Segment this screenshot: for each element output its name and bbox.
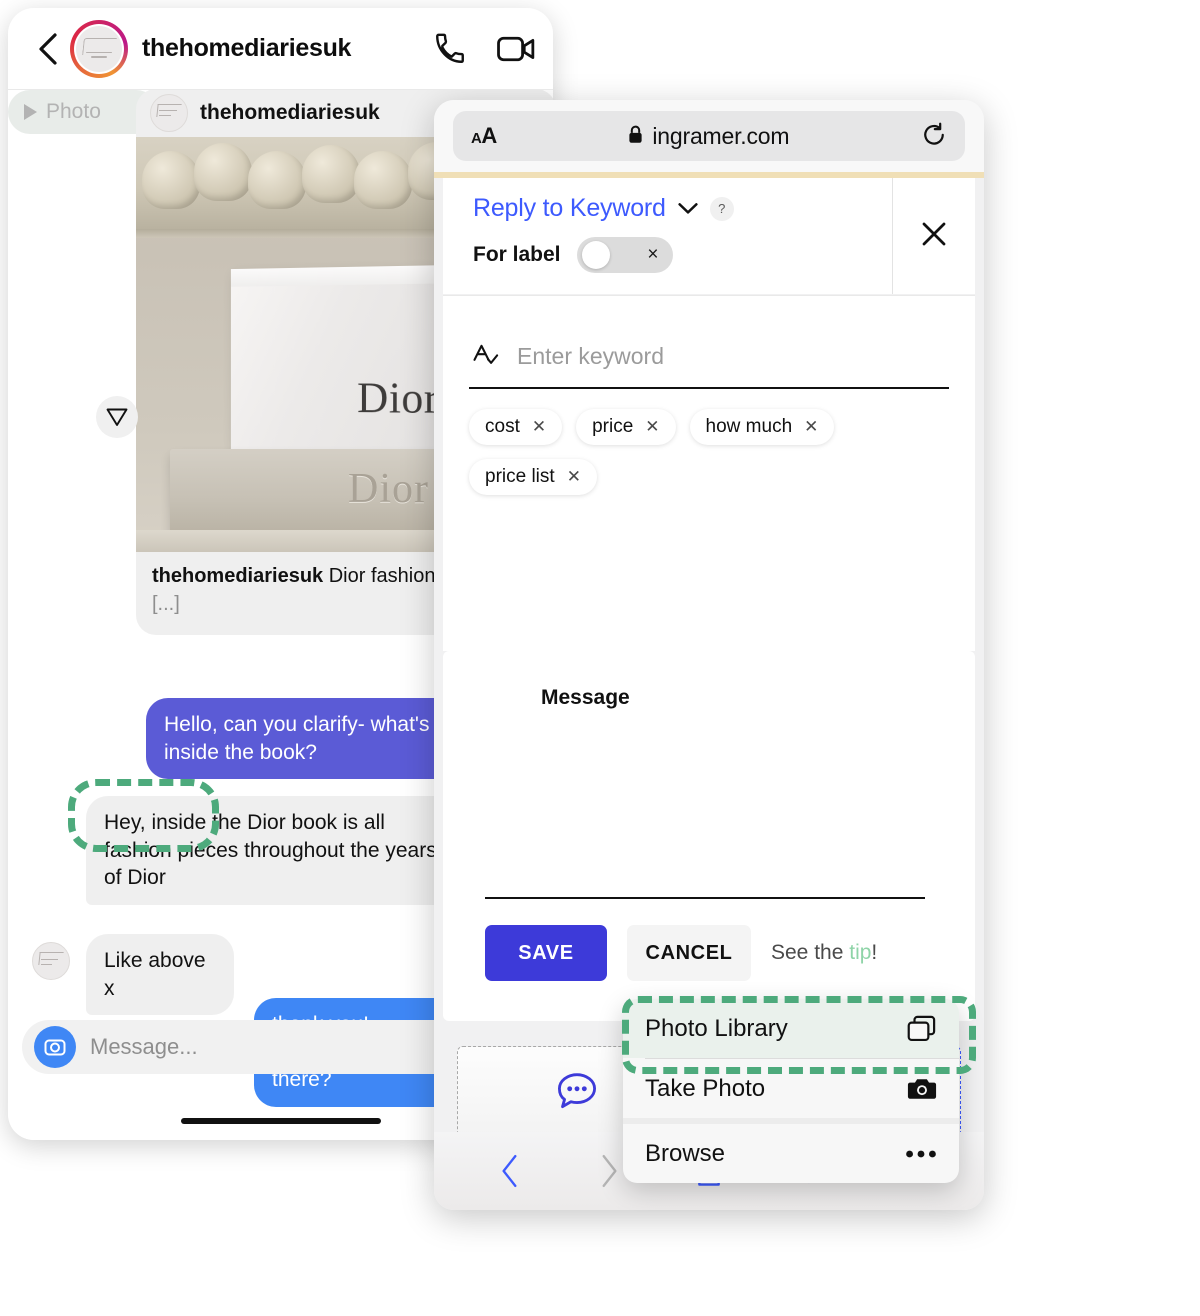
keyword-input-row[interactable]: Enter keyword: [443, 296, 975, 373]
post-image-brand-top: Dior: [357, 375, 440, 423]
message-bubble-incoming[interactable]: Hey, inside the Dior book is all fashion…: [86, 796, 476, 906]
message-bubble-outgoing[interactable]: Hello, can you clarify- what's inside th…: [146, 698, 476, 780]
browse-menu-item[interactable]: Browse: [623, 1124, 959, 1183]
back-icon[interactable]: [30, 32, 64, 66]
remove-tag-icon[interactable]: ✕: [645, 417, 659, 437]
cancel-button[interactable]: CANCEL: [627, 925, 751, 981]
text-size-button[interactable]: AA: [471, 123, 497, 149]
message-actions: SAVE CANCEL See the tip!: [485, 925, 877, 981]
tip-prefix: See the: [771, 941, 850, 964]
safari-urlbar-container: AA ingramer.com: [434, 100, 984, 172]
reply-type-row: Reply to Keyword ?: [473, 194, 892, 223]
toggle-knob: [581, 241, 610, 269]
instagram-header: thehomediariesuk: [8, 8, 553, 90]
tip-text: See the tip!: [771, 941, 877, 965]
reload-icon[interactable]: [921, 122, 947, 150]
message-section: Message SAVE CANCEL See the tip!: [443, 651, 975, 1021]
tip-suffix: !: [871, 941, 878, 964]
photo-library-label: Photo Library: [645, 1014, 788, 1042]
play-icon: [24, 104, 37, 120]
for-label-row: For label ×: [473, 237, 892, 273]
clear-label-icon[interactable]: ×: [647, 244, 658, 266]
keyword-tag[interactable]: price list ✕: [469, 459, 597, 495]
sender-avatar: [32, 942, 70, 980]
take-photo-menu-item[interactable]: Take Photo: [623, 1059, 959, 1118]
send-paper-plane-icon[interactable]: [96, 396, 138, 438]
keyword-input[interactable]: Enter keyword: [517, 343, 664, 370]
lock-icon: [628, 123, 643, 150]
take-photo-label: Take Photo: [645, 1074, 766, 1102]
tip-link[interactable]: tip: [849, 941, 871, 964]
reply-type-select[interactable]: Reply to Keyword: [473, 194, 666, 223]
url-text-container[interactable]: ingramer.com: [497, 123, 921, 150]
camera-icon[interactable]: [34, 1026, 76, 1068]
message-input-underline: [485, 897, 925, 899]
ellipsis-icon: [905, 1149, 937, 1159]
caption-author: thehomediariesuk: [152, 565, 324, 587]
browse-label: Browse: [645, 1139, 726, 1167]
avatar[interactable]: [70, 19, 128, 78]
caption-more: [...]: [152, 593, 180, 616]
keyword-tag[interactable]: price ✕: [576, 409, 676, 445]
message-bubble-incoming[interactable]: Like above x: [86, 934, 234, 1016]
camera-icon: [907, 1076, 937, 1102]
chat-bubble-dots-icon: [554, 1070, 600, 1119]
help-icon[interactable]: ?: [709, 196, 734, 221]
home-indicator: [180, 1118, 381, 1124]
phone-icon[interactable]: [433, 32, 467, 66]
shared-post-account: thehomediariesuk: [200, 101, 380, 124]
close-button[interactable]: [892, 178, 975, 294]
keyword-tag-list: cost ✕ price ✕ how much ✕ price list ✕: [443, 389, 975, 495]
photo-source-menu: Photo Library Take Photo Browse: [623, 999, 959, 1183]
keyword-tag-label: price: [592, 416, 634, 437]
photo-library-menu-item[interactable]: Photo Library: [623, 999, 959, 1058]
post-image-brand-bottom: Dior: [348, 466, 429, 512]
reply-config-header: Reply to Keyword ? For label ×: [443, 178, 975, 294]
keyword-tag-label: cost: [485, 416, 520, 437]
keyword-check-icon: [471, 340, 499, 373]
keyword-tag[interactable]: cost ✕: [469, 409, 563, 445]
keyword-tag-label: how much: [705, 416, 793, 437]
address-bar[interactable]: AA ingramer.com: [453, 111, 965, 161]
remove-tag-icon[interactable]: ✕: [804, 417, 818, 437]
keyword-tag[interactable]: how much ✕: [689, 409, 835, 445]
for-label-toggle[interactable]: ×: [576, 237, 673, 273]
message-label: Message: [541, 686, 630, 709]
post-avatar-icon: [150, 94, 188, 132]
video-camera-icon[interactable]: [497, 34, 535, 64]
remove-tag-icon[interactable]: ✕: [567, 467, 581, 487]
save-button[interactable]: SAVE: [485, 925, 607, 981]
keyword-section: Enter keyword cost ✕ price ✕ how much ✕ …: [443, 295, 975, 651]
close-icon: [919, 219, 949, 254]
chevron-down-icon[interactable]: [678, 202, 698, 215]
photos-stack-icon: [907, 1015, 937, 1043]
for-label-text: For label: [473, 243, 561, 266]
avatar-image: [76, 25, 122, 72]
url-text: ingramer.com: [652, 122, 790, 149]
keyword-tag-label: price list: [485, 466, 555, 487]
page-title: thehomediariesuk: [142, 34, 352, 62]
browser-back-icon[interactable]: [483, 1144, 537, 1198]
remove-tag-icon[interactable]: ✕: [532, 417, 546, 437]
aa-label: A: [481, 123, 497, 148]
photo-attachment-label: Photo: [46, 100, 101, 123]
